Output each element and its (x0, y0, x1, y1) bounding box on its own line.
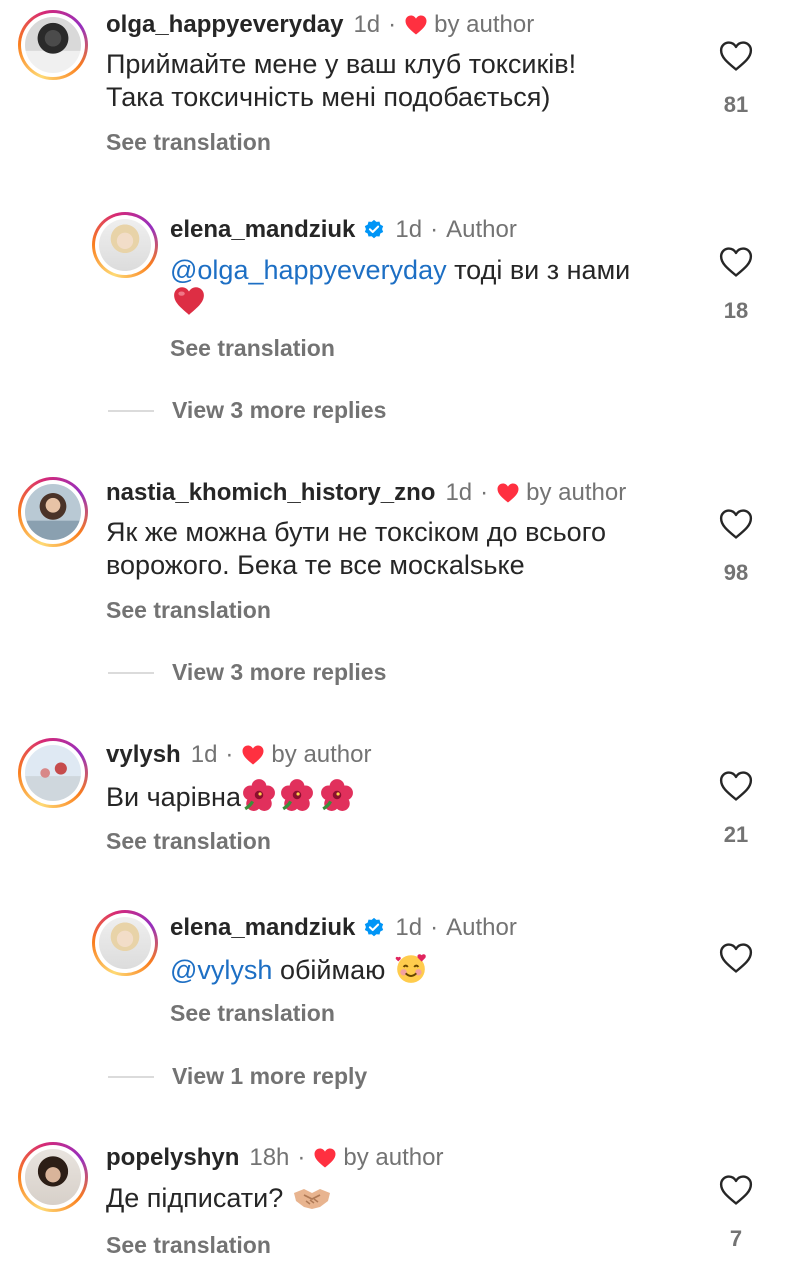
avatar[interactable] (18, 1142, 88, 1212)
reply-text: @vylysh обіймаю (170, 951, 429, 987)
separator-dot: · (430, 914, 439, 941)
like-button[interactable]: 18 (706, 246, 766, 324)
see-translation-link[interactable]: See translation (106, 128, 271, 156)
verified-badge-icon (363, 917, 385, 939)
avatar[interactable] (92, 212, 158, 278)
like-count: 21 (723, 822, 749, 847)
see-translation-link[interactable]: See translation (170, 334, 335, 362)
view-replies-label[interactable]: View 3 more replies (172, 397, 386, 424)
username[interactable]: popelyshyn (106, 1143, 239, 1173)
red-heart-emoji (172, 285, 206, 322)
like-count: 81 (723, 92, 749, 117)
red-heart-icon (172, 285, 206, 317)
view-more-replies-button[interactable]: View 1 more reply (108, 1063, 367, 1090)
comment-text: Ви чарівна (106, 778, 357, 814)
author-tag: Author (446, 914, 517, 941)
see-translation-link[interactable]: See translation (106, 596, 271, 624)
see-translation-link[interactable]: See translation (106, 827, 271, 855)
avatar[interactable] (92, 910, 158, 976)
separator-dot: · (388, 11, 397, 38)
heart-outline-icon[interactable] (719, 246, 753, 278)
liked-by-author-heart-icon (496, 482, 520, 504)
heart-outline-icon[interactable] (719, 770, 753, 802)
verified-badge-icon (363, 219, 385, 241)
comment-time: 1d (395, 216, 423, 243)
like-button[interactable] (706, 942, 766, 974)
replies-divider-line (108, 409, 154, 412)
mention-link[interactable]: @vylysh (170, 955, 272, 985)
by-author-label: by author (271, 741, 372, 768)
username[interactable]: elena_mandziuk (170, 913, 355, 943)
like-button[interactable]: 98 (706, 508, 766, 586)
view-more-replies-button[interactable]: View 3 more replies (108, 397, 386, 424)
avatar[interactable] (18, 477, 88, 547)
hibiscus-icon (241, 778, 277, 812)
heart-outline-icon[interactable] (719, 40, 753, 72)
comment-time: 1d (190, 741, 218, 768)
avatar[interactable] (18, 10, 88, 80)
by-author-label: by author (343, 1144, 444, 1171)
comment-time: 1d (445, 479, 473, 506)
smiling-face-with-hearts-icon (393, 951, 429, 985)
by-author-label: by author (434, 11, 535, 38)
like-button[interactable]: 7 (706, 1174, 766, 1252)
view-more-replies-button[interactable]: View 3 more replies (108, 659, 386, 686)
reply-text-rest: обіймаю (272, 955, 393, 985)
reply-text: @olga_happyeveryday тоді ви з нами (170, 254, 630, 287)
heart-outline-icon[interactable] (719, 942, 753, 974)
see-translation-link[interactable]: See translation (170, 999, 335, 1027)
heart-outline-icon[interactable] (719, 508, 753, 540)
username[interactable]: vylysh (106, 740, 181, 770)
hibiscus-icon (277, 778, 317, 812)
avatar[interactable] (18, 738, 88, 808)
replies-divider-line (108, 1075, 154, 1078)
author-tag: Author (446, 216, 517, 243)
heart-outline-icon[interactable] (719, 1174, 753, 1206)
comment-text-body: Ви чарівна (106, 782, 241, 812)
hibiscus-icon (317, 778, 357, 812)
liked-by-author-heart-icon (241, 744, 265, 766)
comment-text-line-2: ворожого. Бека те все москаlsьке (106, 550, 525, 580)
comment-text: Де підписати? (106, 1181, 333, 1215)
handshake-icon (291, 1181, 333, 1213)
like-count: 18 (723, 298, 749, 323)
see-translation-link[interactable]: See translation (106, 1231, 271, 1259)
liked-by-author-heart-icon (404, 14, 428, 36)
by-author-label: by author (526, 479, 627, 506)
comment-text-line-2: Така токсичність мені подобається) (106, 82, 551, 112)
separator-dot: · (430, 216, 439, 243)
mention-link[interactable]: @olga_happyeveryday (170, 255, 447, 285)
comment-text-body: Де підписати? (106, 1183, 291, 1213)
reply-text-rest: тоді ви з нами (446, 255, 631, 285)
comment-time: 1d (353, 11, 381, 38)
like-count: 7 (729, 1226, 743, 1251)
like-button[interactable]: 21 (706, 770, 766, 848)
replies-divider-line (108, 671, 154, 674)
like-count: 98 (723, 560, 749, 585)
comment-text-line-1: Приймайте мене у ваш клуб токсиків! (106, 49, 577, 79)
separator-dot: · (297, 1144, 306, 1171)
separator-dot: · (480, 479, 489, 506)
username[interactable]: elena_mandziuk (170, 215, 355, 245)
separator-dot: · (225, 741, 234, 768)
view-replies-label[interactable]: View 1 more reply (172, 1063, 367, 1090)
username[interactable]: olga_happyeveryday (106, 10, 343, 40)
comment-time: 1d (395, 914, 423, 941)
liked-by-author-heart-icon (313, 1147, 337, 1169)
comment-text-line-1: Як же можна бути не токсіком до всього (106, 517, 606, 547)
username[interactable]: nastia_khomich_history_zno (106, 478, 435, 508)
view-replies-label[interactable]: View 3 more replies (172, 659, 386, 686)
like-button[interactable]: 81 (706, 40, 766, 118)
comment-time: 18h (249, 1144, 290, 1171)
